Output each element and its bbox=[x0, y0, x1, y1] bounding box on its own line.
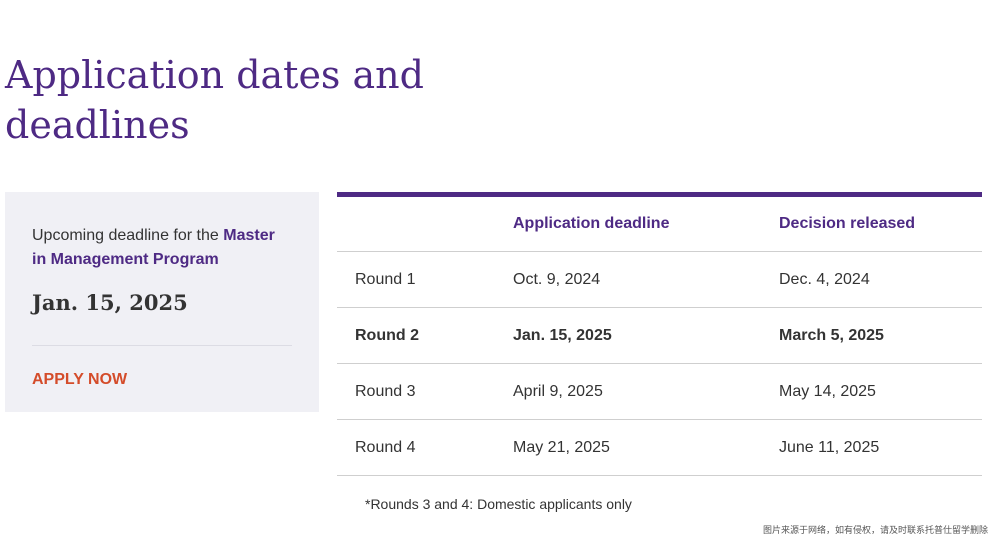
image-source-watermark: 图片来源于网络，如有侵权，请及时联系托普仕留学删除 bbox=[762, 525, 988, 535]
card-intro-prefix: Upcoming deadline for the bbox=[32, 227, 224, 244]
apply-now-link[interactable]: APPLY NOW bbox=[32, 371, 127, 389]
decision-cell: Dec. 4, 2024 bbox=[779, 251, 982, 308]
table-row: Round 2 Jan. 15, 2025 March 5, 2025 bbox=[337, 307, 982, 364]
upcoming-deadline-card: Upcoming deadline for the Master in Mana… bbox=[5, 192, 319, 412]
decision-cell: May 14, 2025 bbox=[779, 363, 982, 420]
page-title: Application dates and deadlines bbox=[5, 53, 424, 147]
card-intro: Upcoming deadline for the Master in Mana… bbox=[32, 224, 292, 272]
upcoming-deadline-date: Jan. 15, 2025 bbox=[32, 290, 188, 315]
table-header-row: Application deadline Decision released bbox=[337, 194, 982, 252]
round-cell: Round 1 bbox=[337, 251, 513, 308]
deadline-cell: Oct. 9, 2024 bbox=[513, 251, 779, 308]
deadline-cell: Jan. 15, 2025 bbox=[513, 307, 779, 364]
round-cell: Round 3 bbox=[337, 363, 513, 420]
header-application-deadline: Application deadline bbox=[513, 194, 779, 252]
header-round bbox=[337, 194, 513, 252]
decision-cell: March 5, 2025 bbox=[779, 307, 982, 364]
table-row: Round 3 April 9, 2025 May 14, 2025 bbox=[337, 363, 982, 420]
page: Application dates and deadlines Upcoming… bbox=[0, 0, 990, 542]
table-row: Round 1 Oct. 9, 2024 Dec. 4, 2024 bbox=[337, 251, 982, 308]
card-divider bbox=[32, 345, 292, 346]
deadline-cell: May 21, 2025 bbox=[513, 419, 779, 476]
round-cell: Round 4 bbox=[337, 419, 513, 476]
deadline-cell: April 9, 2025 bbox=[513, 363, 779, 420]
table-footnote: *Rounds 3 and 4: Domestic applicants onl… bbox=[365, 496, 632, 512]
round-cell: Round 2 bbox=[337, 307, 513, 364]
decision-cell: June 11, 2025 bbox=[779, 419, 982, 476]
table-row: Round 4 May 21, 2025 June 11, 2025 bbox=[337, 419, 982, 476]
header-decision-released: Decision released bbox=[779, 194, 982, 252]
deadlines-table: Application deadline Decision released R… bbox=[337, 192, 982, 476]
